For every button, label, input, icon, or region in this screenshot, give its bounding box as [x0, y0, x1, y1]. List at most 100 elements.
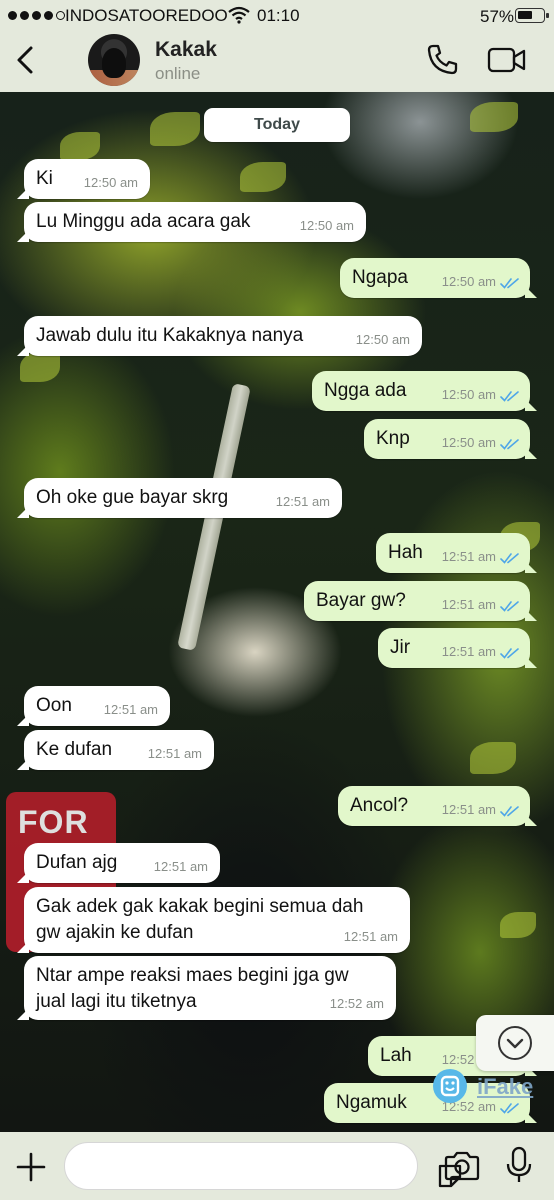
incoming-message-bubble[interactable]: Oon 12:51 am — [17, 686, 170, 726]
incoming-message-bubble[interactable]: Ki 12:50 am — [17, 159, 150, 199]
message-timestamp: 12:51 am — [103, 702, 158, 718]
message-text: Oh oke gue bayar skrg — [36, 487, 229, 508]
outgoing-message-bubble[interactable]: Jir 12:51 am — [378, 628, 537, 668]
read-receipt-icon — [500, 806, 519, 817]
read-receipt-icon — [500, 439, 519, 450]
message-text: Ke dufan — [36, 739, 113, 760]
bubble-tail — [525, 656, 537, 668]
wallpaper-leaf — [240, 162, 286, 192]
camera-button[interactable] — [443, 1150, 481, 1182]
message-text: Hah — [388, 542, 423, 563]
signal-strength-icon — [8, 11, 65, 20]
message-text: Lu Minggu ada acara gak — [36, 211, 251, 232]
message-text: Ki — [36, 168, 53, 189]
wallpaper-leaf — [150, 112, 200, 146]
contact-avatar[interactable] — [88, 34, 140, 86]
message-input-box[interactable] — [64, 1142, 462, 1190]
message-timestamp: 12:50 am — [83, 175, 138, 191]
wallpaper-leaf — [500, 912, 536, 938]
status-time: 01:10 — [257, 6, 300, 25]
message-timestamp: 12:50 am — [355, 332, 410, 348]
message-timestamp: 12:50 am — [441, 274, 496, 290]
smiley-logo-icon — [433, 1069, 467, 1103]
video-call-button[interactable] — [487, 44, 527, 76]
attach-button[interactable] — [14, 1150, 48, 1184]
message-timestamp: 12:51 am — [147, 746, 202, 762]
microphone-icon — [506, 1146, 532, 1182]
incoming-message-bubble[interactable]: Lu Minggu ada acara gak 12:50 am — [17, 202, 366, 242]
message-text: Jir — [390, 637, 411, 658]
message-text: Oon — [36, 695, 72, 716]
bubble-tail — [525, 399, 537, 411]
contact-name[interactable]: Kakak — [155, 38, 217, 62]
message-timestamp: 12:51 am — [441, 802, 496, 818]
outgoing-message-bubble[interactable]: Ancol? 12:51 am — [338, 786, 537, 826]
message-input[interactable] — [81, 1151, 361, 1183]
message-timestamp: 12:50 am — [441, 435, 496, 451]
outgoing-message-bubble[interactable]: Knp 12:50 am — [364, 419, 537, 459]
back-arrow-icon — [17, 46, 33, 74]
message-text: Ntar ampe reaksi maes begini jga gw jual… — [36, 965, 349, 1012]
message-text: Ngamuk — [336, 1092, 407, 1113]
message-timestamp: 12:51 am — [275, 494, 330, 510]
message-timestamp: 12:52 am — [329, 996, 384, 1012]
battery-icon — [515, 8, 549, 23]
message-timestamp: 12:51 am — [441, 644, 496, 660]
battery-percentage: 57% — [480, 7, 515, 26]
message-composer — [0, 1132, 554, 1200]
outgoing-message-bubble[interactable]: Bayar gw? 12:51 am — [304, 581, 537, 621]
camera-icon — [444, 1151, 480, 1181]
bubble-tail — [17, 758, 29, 770]
message-timestamp: 12:51 am — [441, 597, 496, 613]
bubble-tail — [17, 230, 29, 242]
wallpaper-leaf — [470, 102, 518, 132]
message-text: Knp — [376, 428, 410, 449]
bubble-tail — [17, 344, 29, 356]
message-text: Lah — [380, 1045, 412, 1066]
read-receipt-icon — [500, 553, 519, 564]
bubble-tail — [525, 561, 537, 573]
message-text: Ngapa — [352, 267, 408, 288]
wallpaper-leaf — [470, 742, 516, 774]
voice-message-button[interactable] — [505, 1146, 533, 1184]
bubble-tail — [525, 286, 537, 298]
message-text: Ancol? — [350, 795, 409, 816]
incoming-message-bubble[interactable]: Jawab dulu itu Kakaknya nanya 12:50 am — [17, 316, 422, 356]
incoming-message-bubble[interactable]: Gak adek gak kakak begini semua dah gw a… — [17, 887, 410, 953]
outgoing-message-bubble[interactable]: Ngga ada 12:50 am — [312, 371, 537, 411]
wallpaper-leaf — [60, 132, 100, 160]
read-receipt-icon — [500, 391, 519, 402]
chat-header: INDOSATOOREDOO 01:10 57% Kakak online — [0, 0, 554, 92]
read-receipt-icon — [500, 601, 519, 612]
message-timestamp: 12:51 am — [441, 549, 496, 565]
scroll-to-bottom-button[interactable] — [476, 1015, 554, 1071]
incoming-message-bubble[interactable]: Oh oke gue bayar skrg 12:51 am — [17, 478, 342, 518]
bubble-tail — [525, 814, 537, 826]
back-button[interactable] — [10, 40, 40, 80]
outgoing-message-bubble[interactable]: Hah 12:51 am — [376, 533, 537, 573]
bubble-tail — [17, 941, 29, 953]
message-timestamp: 12:51 am — [343, 929, 398, 945]
message-text: Gak adek gak kakak begini semua dah gw a… — [36, 896, 364, 943]
read-receipt-icon — [500, 648, 519, 659]
carrier-name: INDOSATOOREDOO — [65, 6, 228, 25]
incoming-message-bubble[interactable]: Dufan ajg 12:51 am — [17, 843, 220, 883]
read-receipt-icon — [500, 278, 519, 289]
message-text: Ngga ada — [324, 380, 407, 401]
incoming-message-bubble[interactable]: Ntar ampe reaksi maes begini jga gw jual… — [17, 956, 396, 1020]
date-separator: Today — [204, 108, 350, 142]
voice-call-button[interactable] — [424, 42, 460, 78]
wallpaper-leaf — [20, 352, 60, 382]
plus-icon — [16, 1152, 46, 1182]
status-bar: INDOSATOOREDOO 01:10 57% — [0, 0, 554, 30]
bubble-tail — [17, 187, 29, 199]
message-timestamp: 12:50 am — [299, 218, 354, 234]
message-text: Jawab dulu itu Kakaknya nanya — [36, 325, 304, 346]
bubble-tail — [525, 609, 537, 621]
incoming-message-bubble[interactable]: Ke dufan 12:51 am — [17, 730, 214, 770]
message-text: Bayar gw? — [316, 590, 406, 611]
message-text: Dufan ajg — [36, 852, 118, 873]
outgoing-message-bubble[interactable]: Ngapa 12:50 am — [340, 258, 537, 298]
bubble-tail — [525, 447, 537, 459]
bubble-tail — [525, 1111, 537, 1123]
